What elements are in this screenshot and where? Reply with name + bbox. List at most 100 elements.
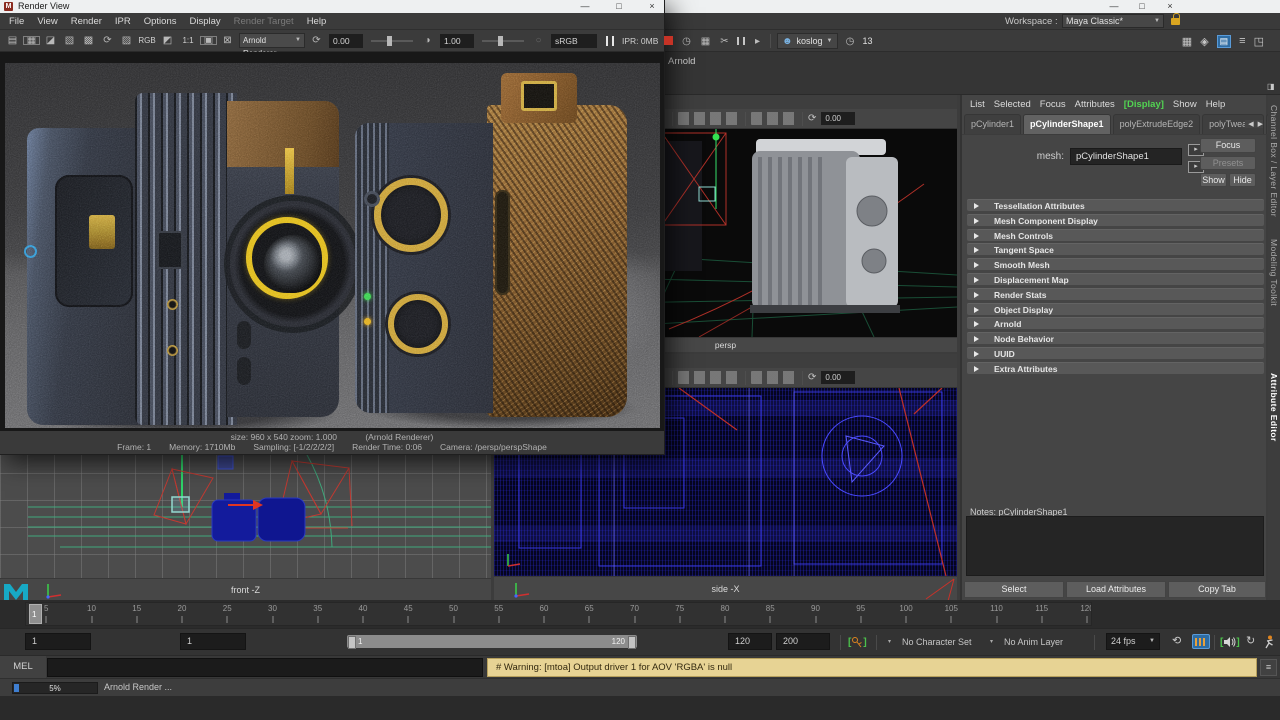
maximize-icon[interactable]: □ <box>608 0 630 13</box>
alpha-channel-icon[interactable]: ◩ <box>158 35 177 46</box>
cached-playback-icon[interactable]: ↻ <box>1246 634 1255 647</box>
section-uuid[interactable]: UUID <box>967 347 1264 359</box>
playblast-icon[interactable]: ▦ <box>699 36 712 47</box>
auto-keyframe-icon[interactable]: [ ] <box>848 634 867 650</box>
load-attributes-button[interactable]: Load Attributes <box>1066 581 1166 598</box>
render-view-menu-file[interactable]: File <box>9 16 24 27</box>
section-object-display[interactable]: Object Display <box>967 303 1264 315</box>
render-view-menu-help[interactable]: Help <box>307 16 327 27</box>
maximize-icon[interactable]: □ <box>1128 0 1156 13</box>
tab-scroll-left-icon[interactable]: ◀ <box>1248 120 1253 128</box>
tab-scroll-right-icon[interactable]: ▶ <box>1258 120 1263 128</box>
snapshot-icon[interactable]: ▧ <box>60 35 79 46</box>
playback-loop-icon[interactable]: ⟲ <box>1172 634 1181 647</box>
section-node-behavior[interactable]: Node Behavior <box>967 332 1264 344</box>
section-extra-attributes[interactable]: Extra Attributes <box>967 362 1264 374</box>
select-button[interactable]: Select <box>964 581 1064 598</box>
animation-start-field[interactable]: 1 <box>25 633 91 650</box>
history-icon[interactable]: ◷ <box>680 36 693 47</box>
lock-icon[interactable] <box>1171 18 1180 25</box>
playback-end-field[interactable]: 120 <box>728 633 772 650</box>
show-button[interactable]: Show <box>1200 173 1227 187</box>
render-sequence-icon[interactable]: ▩ <box>79 35 98 46</box>
panel-tab-attribute-editor[interactable]: Attribute Editor <box>1269 373 1279 493</box>
section-mesh-component-display[interactable]: Mesh Component Display <box>967 214 1264 226</box>
render-region-icon[interactable]: ◪ <box>41 35 60 46</box>
attribute-editor-menu-selected[interactable]: Selected <box>994 99 1031 114</box>
mel-input[interactable] <box>47 658 483 677</box>
attribute-tab-pcylindershape1[interactable]: pCylinderShape1 <box>1023 114 1111 134</box>
panel-toolbar-icons[interactable] <box>751 112 797 125</box>
remove-image-icon[interactable]: ⊠ <box>218 35 237 46</box>
section-arnold[interactable]: Arnold <box>967 317 1264 329</box>
slider-handle[interactable] <box>498 36 503 46</box>
channel-box-toggle-icon[interactable]: ≡ <box>1239 35 1245 47</box>
user-dropdown[interactable]: ☻ koslog ▼ <box>777 33 838 49</box>
attribute-editor-menu-help[interactable]: Help <box>1206 99 1226 114</box>
panel-toolbar-icons[interactable] <box>678 371 740 384</box>
pause-ipr-icon[interactable] <box>606 36 614 46</box>
panel-dock-icon[interactable]: ◨ <box>1267 82 1275 91</box>
render-view-menu-ipr[interactable]: IPR <box>115 16 131 27</box>
refresh-icon[interactable]: ⟳ <box>808 372 816 383</box>
persp-value-field[interactable]: 0.00 <box>821 112 855 125</box>
character-set-dropdown[interactable]: No Character Set <box>902 637 972 647</box>
render-view-menu-options[interactable]: Options <box>144 16 177 27</box>
playback-start-field[interactable]: 1 <box>180 633 246 650</box>
workspace-dropdown[interactable]: Maya Classic* ▼ <box>1062 14 1164 28</box>
presets-button[interactable]: Presets <box>1200 156 1256 170</box>
render-view-titlebar[interactable]: M Render View — □ × <box>0 0 664 13</box>
rendered-image[interactable] <box>5 63 660 428</box>
colorspace-dropdown[interactable]: sRGB gamm <box>551 34 597 48</box>
close-icon[interactable]: × <box>1156 0 1184 13</box>
attribute-editor-menu-display[interactable]: [Display] <box>1124 99 1164 114</box>
panel-toolbar-icons[interactable] <box>678 112 740 125</box>
animation-end-field[interactable]: 200 <box>776 633 830 650</box>
redo-previous-render-icon[interactable]: ▦ <box>22 35 41 46</box>
attribute-editor-menu-list[interactable]: List <box>970 99 985 114</box>
section-smooth-mesh[interactable]: Smooth Mesh <box>967 258 1264 270</box>
attribute-tab-polyextrudeedge2[interactable]: polyExtrudeEdge2 <box>1113 114 1201 134</box>
gamma-field[interactable]: 1.00 <box>440 34 474 48</box>
exposure-slider[interactable] <box>371 40 413 42</box>
exposure-reset-icon[interactable]: ⟳ <box>307 35 326 46</box>
section-render-stats[interactable]: Render Stats <box>967 288 1264 300</box>
panel-tab-modeling-toolkit[interactable]: Modeling Toolkit <box>1269 239 1279 359</box>
section-displacement-map[interactable]: Displacement Map <box>967 273 1264 285</box>
pause-icon[interactable] <box>737 37 745 45</box>
chevron-down-icon[interactable]: ▾ <box>888 638 891 645</box>
keep-image-icon[interactable]: ▣ <box>199 35 218 46</box>
minimize-icon[interactable]: — <box>574 0 596 13</box>
notes-textarea[interactable] <box>966 516 1264 576</box>
evaluation-runner-icon[interactable] <box>1263 635 1275 649</box>
attribute-tab-pcylinder1[interactable]: pCylinder1 <box>964 114 1021 134</box>
mel-label[interactable]: MEL <box>0 656 46 679</box>
minimize-icon[interactable]: — <box>1100 0 1128 13</box>
section-tessellation-attributes[interactable]: Tessellation Attributes <box>967 199 1264 211</box>
panel-toolbar-icons[interactable] <box>751 371 797 384</box>
time-slider[interactable]: 1 51015202530354045505560657075808590951… <box>25 602 1092 626</box>
attribute-editor-toggle-icon[interactable]: ▤ <box>1217 35 1232 48</box>
hide-button[interactable]: Hide <box>1229 173 1256 187</box>
ipr-render-icon[interactable]: ⟳ <box>98 35 117 46</box>
anim-layer-dropdown[interactable]: No Anim Layer <box>1004 637 1063 647</box>
side-value-field[interactable]: 0.00 <box>821 371 855 384</box>
close-icon[interactable]: × <box>641 0 663 13</box>
hypershade-icon[interactable]: ◈ <box>1200 35 1208 48</box>
stop-render-icon[interactable] <box>664 36 673 45</box>
ipr-update-icon[interactable]: ▨ <box>117 35 136 46</box>
renderer-dropdown[interactable]: Arnold Renderer ▼ <box>239 33 305 48</box>
chevron-down-icon[interactable]: ▾ <box>990 638 993 645</box>
shelf-tab-arnold[interactable]: Arnold <box>668 56 695 67</box>
cut-icon[interactable]: ✂ <box>718 36 731 47</box>
slider-handle[interactable] <box>387 36 392 46</box>
render-view-menu-display[interactable]: Display <box>190 16 221 27</box>
mute-audio-icon[interactable]: [ ] <box>1220 634 1240 650</box>
actual-size-button[interactable]: 1:1 <box>177 36 199 45</box>
panel-tab-channel-box-layer-editor[interactable]: Channel Box / Layer Editor <box>1269 105 1279 225</box>
range-slider[interactable]: 1 120 <box>347 635 637 648</box>
attribute-editor-menu-attributes[interactable]: Attributes <box>1075 99 1115 114</box>
node-name-field[interactable]: pCylinderShape1 <box>1070 148 1182 165</box>
render-view-menu-view[interactable]: View <box>37 16 57 27</box>
focus-button[interactable]: Focus <box>1200 138 1256 153</box>
